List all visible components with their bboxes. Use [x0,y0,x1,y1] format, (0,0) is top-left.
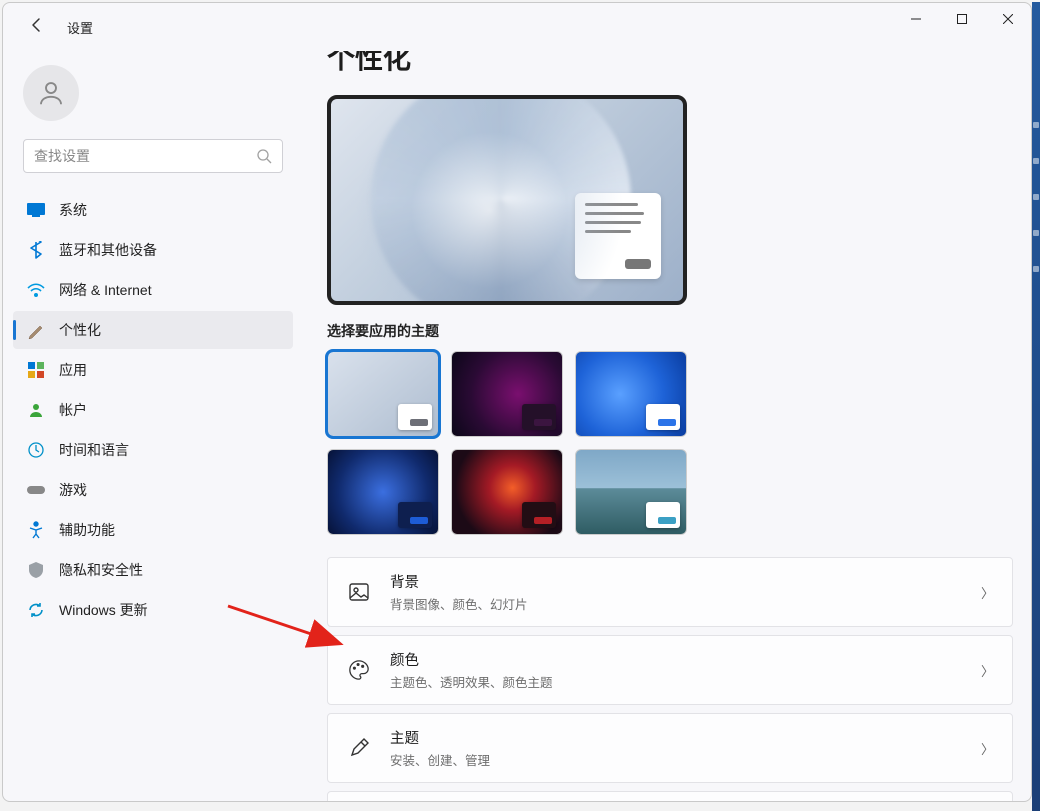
preview-window-card [575,193,661,279]
monitor-icon [27,201,45,219]
setting-title: 背景 [390,571,528,592]
search-icon [256,148,272,164]
back-button[interactable] [17,7,57,47]
settings-list: 背景 背景图像、颜色、幻灯片 〉 颜色 主题色、透明效果、颜色主题 〉 [327,557,1013,801]
setting-themes[interactable]: 主题 安装、创建、管理 〉 [327,713,1013,783]
sidebar-item-timelanguage[interactable]: 时间和语言 [13,431,293,469]
sidebar-item-label: 蓝牙和其他设备 [59,240,157,260]
chevron-right-icon: 〉 [981,739,994,758]
settings-window: 设置 [2,2,1032,802]
setting-subtitle: 主题色、透明效果、颜色主题 [390,672,553,691]
theme-grid [327,351,687,535]
sidebar-item-accessibility[interactable]: 辅助功能 [13,511,293,549]
person-icon [27,401,45,419]
theme-option-6[interactable] [575,449,687,535]
chevron-right-icon: 〉 [981,661,994,680]
setting-lockscreen[interactable]: 锁屏界面 锁定屏幕图像、应用和动画 〉 [327,791,1013,801]
desktop-preview[interactable] [327,95,687,305]
sidebar-item-privacy[interactable]: 隐私和安全性 [13,551,293,589]
setting-background[interactable]: 背景 背景图像、颜色、幻灯片 〉 [327,557,1013,627]
sidebar-nav: 系统 蓝牙和其他设备 网络 & Internet 个性化 应用 [7,191,299,629]
sidebar-item-update[interactable]: Windows 更新 [13,591,293,629]
sidebar-item-gaming[interactable]: 游戏 [13,471,293,509]
accessibility-icon [27,521,45,539]
update-icon [27,601,45,619]
sidebar-item-apps[interactable]: 应用 [13,351,293,389]
avatar [23,65,79,121]
back-arrow-icon [29,17,45,38]
sidebar-item-label: 辅助功能 [59,520,115,540]
sidebar-item-label: 时间和语言 [59,440,129,460]
palette-icon [346,657,372,683]
sidebar-item-network[interactable]: 网络 & Internet [13,271,293,309]
gamepad-icon [27,481,45,499]
main-content: 个性化 选择要应用的主题 [303,51,1031,801]
theme-option-5[interactable] [451,449,563,535]
pen-icon [346,735,372,761]
setting-subtitle: 背景图像、颜色、幻灯片 [390,594,528,613]
maximize-button[interactable] [939,3,985,35]
sidebar-item-label: Windows 更新 [59,600,148,620]
close-button[interactable] [985,3,1031,35]
sidebar-item-personalization[interactable]: 个性化 [13,311,293,349]
sidebar-item-label: 系统 [59,200,87,220]
sidebar: 系统 蓝牙和其他设备 网络 & Internet 个性化 应用 [3,51,303,801]
chevron-right-icon: 〉 [981,583,994,602]
desktop-peek [1032,2,1040,811]
user-profile[interactable] [7,61,299,133]
wifi-icon [27,281,45,299]
globe-clock-icon [27,441,45,459]
sidebar-item-accounts[interactable]: 帐户 [13,391,293,429]
sidebar-item-bluetooth[interactable]: 蓝牙和其他设备 [13,231,293,269]
setting-colors[interactable]: 颜色 主题色、透明效果、颜色主题 〉 [327,635,1013,705]
app-title: 设置 [67,18,93,37]
theme-option-2[interactable] [451,351,563,437]
theme-option-3[interactable] [575,351,687,437]
setting-title: 主题 [390,727,490,748]
brush-icon [27,321,45,339]
sidebar-item-label: 游戏 [59,480,87,500]
apps-icon [27,361,45,379]
bluetooth-icon [27,241,45,259]
themes-section-label: 选择要应用的主题 [327,321,1013,341]
titlebar: 设置 [3,3,1031,51]
search-input[interactable] [34,148,256,164]
background-icon [346,579,372,605]
search-container [7,133,299,191]
sidebar-item-label: 帐户 [59,400,87,420]
sidebar-item-label: 网络 & Internet [59,280,152,300]
search-box[interactable] [23,139,283,173]
page-title: 个性化 [327,51,1013,77]
theme-option-1[interactable] [327,351,439,437]
sidebar-item-system[interactable]: 系统 [13,191,293,229]
shield-icon [27,561,45,579]
sidebar-item-label: 应用 [59,360,87,380]
theme-option-4[interactable] [327,449,439,535]
setting-title: 颜色 [390,649,553,670]
sidebar-item-label: 个性化 [59,320,101,340]
sidebar-item-label: 隐私和安全性 [59,560,143,580]
setting-subtitle: 安装、创建、管理 [390,750,490,769]
minimize-button[interactable] [893,3,939,35]
window-controls [893,3,1031,35]
